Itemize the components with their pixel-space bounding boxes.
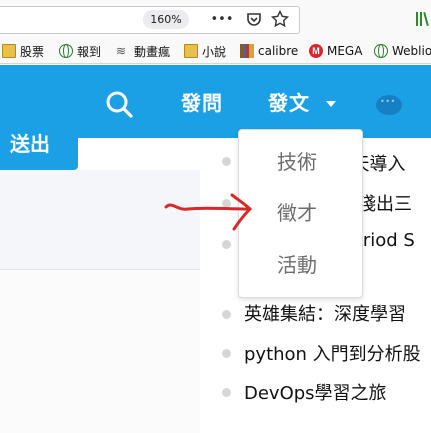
list-bullet <box>222 349 231 358</box>
pocket-icon[interactable] <box>244 9 264 29</box>
bookmark-weblio[interactable]: Weblio <box>374 42 431 60</box>
library-icon[interactable] <box>416 11 431 28</box>
page-actions-icon[interactable]: ••• <box>211 9 234 29</box>
left-column <box>0 270 200 433</box>
menu-item-events[interactable]: 活動 <box>239 242 362 288</box>
bookmarks-bar: 股票 報到 ≋ 動畫瘋 小說 calibre M MEGA Weblio <box>0 38 431 64</box>
chevron-down-icon[interactable] <box>326 101 336 107</box>
list-bullet <box>222 157 231 166</box>
list-item[interactable]: python 入門到分析股 <box>244 340 421 366</box>
folder-icon <box>184 44 198 58</box>
zoom-level-badge[interactable]: 160% <box>143 10 189 29</box>
bookmark-mega[interactable]: M MEGA <box>309 42 362 60</box>
bookmark-label: calibre <box>258 44 299 58</box>
bookmark-calibre[interactable]: calibre <box>240 42 298 60</box>
submit-button[interactable]: 送出 <box>0 124 78 170</box>
folder-icon <box>2 44 16 58</box>
bookmark-label: Weblio <box>392 44 431 58</box>
bookmark-star-icon[interactable] <box>270 9 290 29</box>
globe-icon <box>374 44 388 58</box>
bookmark-checkin[interactable]: 報到 <box>59 42 101 60</box>
calibre-icon <box>240 44 254 58</box>
browser-toolbar: 160% ••• <box>0 0 431 38</box>
chat-icon[interactable] <box>376 95 402 115</box>
nav-post-menu[interactable]: 發文 <box>268 87 310 116</box>
bookmark-anime[interactable]: ≋ 動畫瘋 <box>116 42 170 60</box>
menu-item-tech[interactable]: 技術 <box>239 139 362 185</box>
anime-icon: ≋ <box>116 44 127 58</box>
annotation-arrow-icon <box>164 193 253 231</box>
bookmark-label: 小說 <box>202 44 227 59</box>
bookmark-label: 股票 <box>20 44 45 59</box>
bookmark-stocks[interactable]: 股票 <box>2 42 44 60</box>
nav-ask-link[interactable]: 發問 <box>181 87 223 116</box>
bookmark-label: 動畫瘋 <box>134 44 171 59</box>
list-bullet <box>222 310 231 319</box>
list-bullet <box>222 240 231 249</box>
mega-icon: M <box>309 44 323 58</box>
bookmark-label: MEGA <box>327 44 363 58</box>
search-icon[interactable] <box>104 89 134 119</box>
bookmark-novels[interactable]: 小說 <box>184 42 226 60</box>
list-item[interactable]: 英雄集結：深度學習 <box>244 300 406 326</box>
list-bullet <box>222 388 231 397</box>
list-item[interactable]: DevOps學習之旅 <box>244 379 387 405</box>
globe-icon <box>59 44 73 58</box>
page: 160% ••• 股票 報到 ≋ 動畫瘋 小說 calibre M MEGA W… <box>0 0 431 433</box>
bookmark-label: 報到 <box>77 44 102 59</box>
